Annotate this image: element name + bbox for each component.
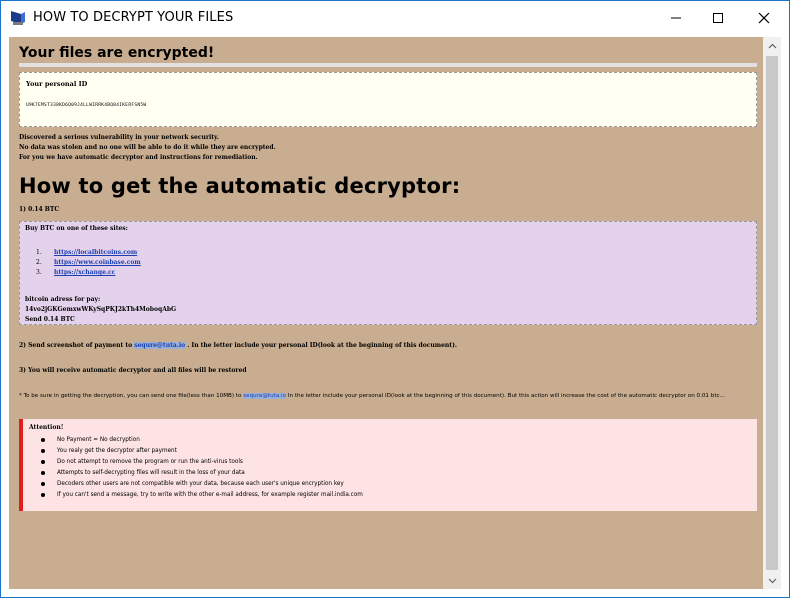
send-amount: Send 0.14 BTC <box>25 316 75 323</box>
step-2: 2) Send screenshot of payment to sequre@… <box>19 342 457 349</box>
maximize-button[interactable] <box>695 1 741 35</box>
page-heading: Your files are encrypted! <box>19 45 215 61</box>
site-number: 2. <box>36 259 42 266</box>
bullet-icon <box>41 470 45 475</box>
personal-id-value[interactable]: U9K7EMST338KD6Q09J4LLWIRRK4BQ04IKERFSN5W <box>26 103 146 108</box>
attention-item-text: If you can't send a message, try to writ… <box>57 492 363 498</box>
scroll-up-button[interactable] <box>763 37 781 54</box>
intro-line: For you we have automatic decryptor and … <box>19 154 258 161</box>
bitcoin-address[interactable]: 14vo2jGKGemxwWKySqPKJ2kTh4MoboqAbG <box>25 306 176 313</box>
window-title: HOW TO DECRYPT YOUR FILES <box>33 10 234 25</box>
personal-id-label: Your personal ID <box>26 80 88 88</box>
minimize-icon <box>671 17 681 19</box>
step-2-suffix: . In the letter include your personal ID… <box>187 342 457 349</box>
attention-title: Attention! <box>29 424 64 431</box>
bullet-icon <box>41 437 45 442</box>
attention-item-text: No Payment = No decryption <box>57 437 140 443</box>
close-button[interactable] <box>741 1 787 35</box>
minimize-button[interactable] <box>653 1 699 35</box>
divider <box>19 63 757 67</box>
attention-item-text: You realy get the decryptor after paymen… <box>57 448 177 454</box>
scroll-down-button[interactable] <box>763 572 781 589</box>
site-list-item: 1. https://localbitcoins.com <box>36 249 137 256</box>
attention-item: No Payment = No decryption <box>41 437 140 443</box>
attention-item-text: Attempts to self-decrypting files will r… <box>57 470 245 476</box>
note-prefix: * To be sure in getting the decryption, … <box>19 393 242 399</box>
step-2-prefix: 2) Send screenshot of payment to <box>19 342 133 349</box>
note-email[interactable]: sequre@tuta.io <box>243 393 287 399</box>
title-bar[interactable]: HOW TO DECRYPT YOUR FILES <box>1 1 789 35</box>
site-link[interactable]: https://www.coinbase.com <box>54 259 141 266</box>
intro-line: No data was stolen and no one will be ab… <box>19 144 276 151</box>
chevron-down-icon <box>768 578 776 583</box>
vertical-scrollbar[interactable] <box>763 37 781 589</box>
maximize-icon <box>713 13 723 23</box>
ransom-note-window: HOW TO DECRYPT YOUR FILES Your files are… <box>0 0 790 598</box>
attention-item-text: Do not attempt to remove the program or … <box>57 459 243 465</box>
chevron-up-icon <box>768 43 776 48</box>
bitcoin-address-label: bitcoin adress for pay: <box>25 296 101 303</box>
step-3: 3) You will receive automatic decryptor … <box>19 367 247 374</box>
attention-item: Decoders other users are not compatible … <box>41 481 344 487</box>
attention-item: Do not attempt to remove the program or … <box>41 459 243 465</box>
contact-email[interactable]: sequre@tuta.io <box>134 342 186 349</box>
bullet-icon <box>41 481 45 486</box>
site-list-item: 3. https://xchange.cc <box>36 269 115 276</box>
app-icon <box>11 11 25 25</box>
document-content[interactable]: Your files are encrypted! Your personal … <box>9 37 763 589</box>
close-icon <box>758 12 770 24</box>
intro-line: Discovered a serious vulnerability in yo… <box>19 134 219 141</box>
attention-item: Attempts to self-decrypting files will r… <box>41 470 245 476</box>
site-list-item: 2. https://www.coinbase.com <box>36 259 141 266</box>
scrollbar-thumb[interactable] <box>766 56 778 570</box>
note-suffix: In the letter include your personal ID(l… <box>287 393 725 399</box>
site-number: 3. <box>36 269 42 276</box>
test-decryption-note: * To be sure in getting the decryption, … <box>19 393 725 399</box>
site-number: 1. <box>36 249 42 256</box>
bullet-icon <box>41 492 45 497</box>
buy-btc-heading: Buy BTC on one of these sites: <box>25 225 128 232</box>
personal-id-box: Your personal ID U9K7EMST338KD6Q09J4LLWI… <box>19 72 757 127</box>
attention-item: You realy get the decryptor after paymen… <box>41 448 177 454</box>
section-title: How to get the automatic decryptor: <box>19 174 461 198</box>
bullet-icon <box>41 448 45 453</box>
buy-btc-box: Buy BTC on one of these sites: 1. https:/… <box>19 221 757 325</box>
step-1: 1) 0.14 BTC <box>19 206 60 213</box>
attention-item-text: Decoders other users are not compatible … <box>57 481 344 487</box>
bullet-icon <box>41 459 45 464</box>
attention-item: If you can't send a message, try to writ… <box>41 492 363 498</box>
site-link[interactable]: https://localbitcoins.com <box>54 249 137 256</box>
attention-box: Attention! No Payment = No decryption Yo… <box>19 419 757 511</box>
site-link[interactable]: https://xchange.cc <box>54 269 115 276</box>
